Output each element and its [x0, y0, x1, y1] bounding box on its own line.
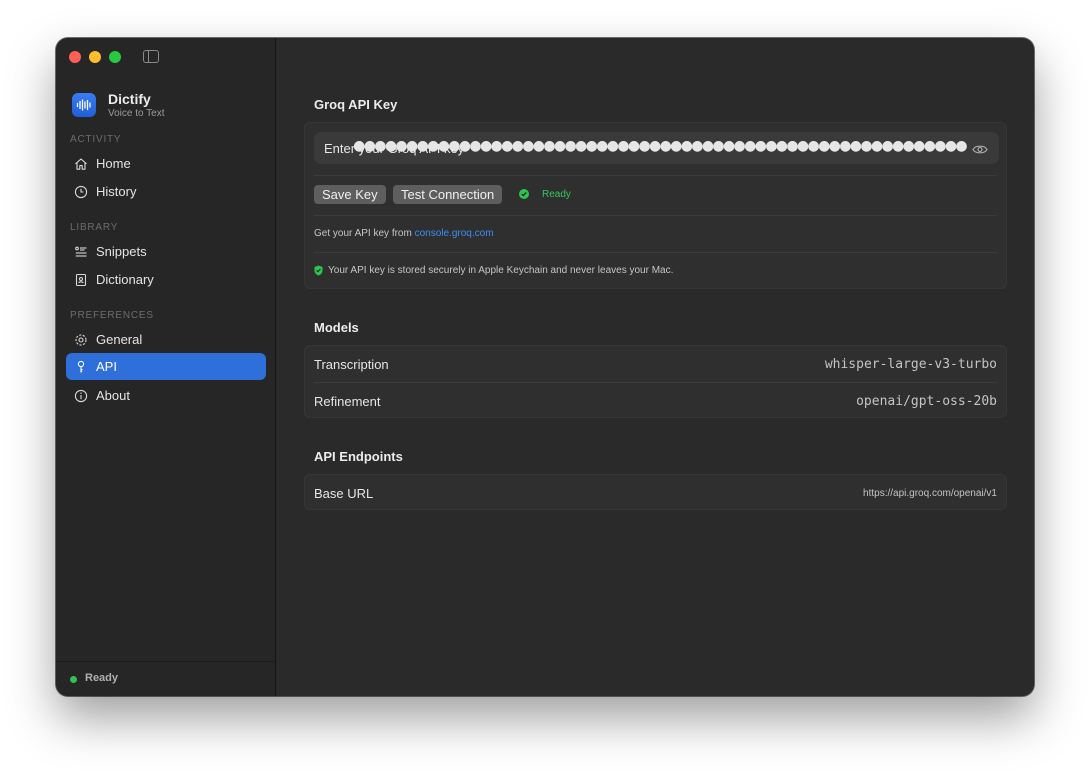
sidebar-item-label: Snippets	[96, 244, 147, 259]
models-card: Transcription whisper-large-v3-turbo Ref…	[304, 345, 1007, 418]
app-window: Dictify Voice to Text ACTIVITY Home Hist…	[56, 38, 1034, 696]
sidebar-item-about[interactable]: About	[66, 382, 266, 409]
clock-icon	[74, 185, 88, 199]
gear-icon	[74, 333, 88, 347]
section-label-library: LIBRARY	[70, 222, 119, 233]
sidebar-item-api[interactable]: API	[66, 353, 266, 380]
sidebar-item-general[interactable]: General	[66, 326, 266, 353]
app-subtitle: Voice to Text	[108, 108, 165, 119]
sidebar-item-label: General	[96, 332, 143, 347]
eye-icon[interactable]	[972, 142, 988, 154]
sidebar-item-label: Dictionary	[96, 272, 154, 287]
shield-check-icon	[314, 265, 323, 276]
base-url-label: Base URL	[314, 486, 374, 501]
transcription-model-value: whisper-large-v3-turbo	[824, 357, 997, 372]
close-window-button[interactable]	[69, 51, 81, 63]
api-key-input[interactable]: ●●●●●●●●●●●●●●●●●●●●●●●●●●●●●●●●●●●●●●●●…	[353, 138, 967, 154]
section-label-preferences: PREFERENCES	[70, 310, 154, 321]
security-note: Your API key is stored securely in Apple…	[314, 265, 673, 276]
house-icon	[74, 157, 88, 171]
minimize-window-button[interactable]	[89, 51, 101, 63]
divider	[314, 175, 997, 176]
sidebar-item-label: History	[96, 184, 137, 199]
divider	[314, 382, 997, 383]
security-note-text: Your API key is stored securely in Apple…	[328, 265, 674, 276]
transcription-label: Transcription	[314, 357, 389, 372]
help-text-prefix: Get your API key from	[314, 228, 415, 239]
api-key-card: Enter your Groq API key ●●●●●●●●●●●●●●●●…	[304, 122, 1007, 289]
sidebar-item-dictionary[interactable]: Dictionary	[66, 266, 266, 293]
refinement-model-value: openai/gpt-oss-20b	[856, 394, 997, 409]
status-dot-icon	[70, 676, 77, 683]
sidebar-item-history[interactable]: History	[66, 178, 266, 205]
main-content: Groq API Key Enter your Groq API key ●●●…	[277, 38, 1034, 696]
zoom-window-button[interactable]	[109, 51, 121, 63]
api-endpoints-heading: API Endpoints	[314, 449, 403, 464]
help-text: Get your API key from console.groq.com	[314, 228, 494, 239]
checkmark-circle-icon	[519, 189, 529, 199]
sidebar-item-home[interactable]: Home	[66, 150, 266, 177]
save-key-button[interactable]: Save Key	[314, 185, 386, 204]
sidebar-item-label: API	[96, 359, 117, 374]
sidebar-item-snippets[interactable]: Snippets	[66, 238, 266, 265]
test-connection-button[interactable]: Test Connection	[393, 185, 503, 204]
sidebar: Dictify Voice to Text ACTIVITY Home Hist…	[56, 38, 276, 696]
waveform-icon	[72, 93, 96, 117]
connection-status: Ready	[542, 189, 571, 200]
refinement-label: Refinement	[314, 394, 381, 409]
sidebar-item-label: Home	[96, 156, 131, 171]
divider	[314, 215, 997, 216]
info-icon	[74, 389, 88, 403]
sidebar-item-label: About	[96, 388, 130, 403]
divider	[314, 252, 997, 253]
sidebar-toggle-icon[interactable]	[143, 50, 159, 63]
endpoints-card: Base URL https://api.groq.com/openai/v1	[304, 474, 1007, 510]
key-icon	[74, 360, 88, 374]
models-heading: Models	[314, 320, 359, 335]
section-label-activity: ACTIVITY	[70, 134, 122, 145]
app-name: Dictify	[108, 91, 151, 107]
book-icon	[74, 273, 88, 287]
console-link[interactable]: console.groq.com	[415, 228, 494, 239]
api-key-field[interactable]: Enter your Groq API key ●●●●●●●●●●●●●●●●…	[314, 132, 999, 164]
base-url-value: https://api.groq.com/openai/v1	[863, 488, 997, 499]
footer-status: Ready	[85, 672, 119, 684]
api-key-heading: Groq API Key	[314, 97, 398, 112]
list-icon	[74, 245, 88, 259]
sidebar-footer: Ready	[56, 661, 275, 696]
